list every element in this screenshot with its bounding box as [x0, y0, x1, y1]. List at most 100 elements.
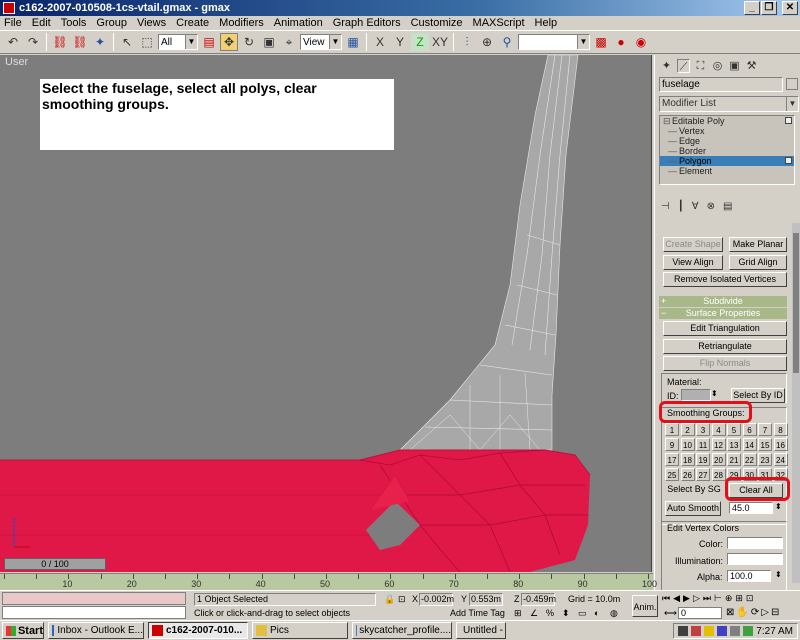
- smoothing-group-11-button[interactable]: 11: [696, 438, 710, 451]
- menu-group[interactable]: Group: [96, 17, 127, 29]
- tray-icon[interactable]: [743, 626, 754, 636]
- percent-snap-icon[interactable]: %: [546, 608, 554, 618]
- illumination-color-swatch[interactable]: [727, 553, 783, 565]
- make-planar-button[interactable]: Make Planar: [729, 237, 787, 252]
- task-pics[interactable]: Pics: [252, 622, 348, 639]
- degradation-override-icon[interactable]: ◐: [594, 608, 599, 618]
- smoothing-group-17-button[interactable]: 17: [665, 453, 679, 466]
- smoothing-group-23-button[interactable]: 23: [758, 453, 772, 466]
- absolute-mode-icon[interactable]: ⊡: [398, 594, 406, 605]
- smoothing-group-26-button[interactable]: 26: [680, 468, 695, 481]
- auto-smooth-threshold[interactable]: 45.0: [729, 502, 773, 514]
- z-coord-field[interactable]: -0.459m: [521, 593, 556, 606]
- select-and-scale-icon[interactable]: ▣: [260, 33, 278, 51]
- restrict-x-button[interactable]: X: [371, 33, 389, 51]
- render-scene-icon[interactable]: ●: [612, 33, 630, 51]
- task-outlook[interactable]: Inbox - Outlook E...: [48, 622, 144, 639]
- select-and-move-icon[interactable]: ✥: [220, 33, 238, 51]
- time-config-icon[interactable]: ⟷: [664, 608, 677, 619]
- play-icon[interactable]: ▶: [683, 593, 690, 604]
- hierarchy-tab-icon[interactable]: ⛶: [694, 59, 707, 73]
- menu-graph-editors[interactable]: Graph Editors: [333, 17, 401, 29]
- menu-file[interactable]: File: [4, 17, 22, 29]
- stack-toggle[interactable]: [785, 157, 792, 164]
- pan-icon[interactable]: ✋: [736, 607, 748, 618]
- alpha-field[interactable]: 100.0: [727, 570, 771, 582]
- select-by-sg-button[interactable]: Select By SG: [665, 483, 723, 498]
- spinner-icon[interactable]: ⬍: [775, 570, 782, 579]
- stack-item-polygon[interactable]: — Polygon: [660, 156, 794, 166]
- x-coord-field[interactable]: -0.002m: [419, 593, 454, 606]
- menu-modifiers[interactable]: Modifiers: [219, 17, 264, 29]
- redo-icon[interactable]: ↷: [24, 33, 42, 51]
- smoothing-group-21-button[interactable]: 21: [727, 453, 741, 466]
- restore-button[interactable]: ❐: [761, 1, 777, 15]
- restrict-xy-button[interactable]: XY: [431, 33, 449, 51]
- current-frame-field[interactable]: 0: [678, 607, 722, 619]
- menu-edit[interactable]: Edit: [32, 17, 51, 29]
- restrict-y-button[interactable]: Y: [391, 33, 409, 51]
- tray-icon[interactable]: [678, 626, 689, 636]
- smoothing-group-3-button[interactable]: 3: [696, 423, 710, 436]
- stack-item-border[interactable]: — Border: [660, 146, 794, 156]
- smoothing-group-25-button[interactable]: 25: [665, 468, 679, 481]
- window-crossing-icon[interactable]: ▭: [578, 608, 587, 619]
- stack-toggle[interactable]: [785, 117, 792, 124]
- create-shape-button[interactable]: Create Shape: [663, 237, 723, 252]
- smoothing-group-5-button[interactable]: 5: [727, 423, 741, 436]
- smoothing-group-18-button[interactable]: 18: [680, 453, 695, 466]
- clock[interactable]: 7:27 AM: [756, 626, 793, 637]
- smoothing-group-9-button[interactable]: 9: [665, 438, 679, 451]
- bind-space-warp-icon[interactable]: ✦: [91, 33, 109, 51]
- smoothing-group-4-button[interactable]: 4: [711, 423, 726, 436]
- smoothing-group-10-button[interactable]: 10: [680, 438, 695, 451]
- stack-item-vertex[interactable]: — Vertex: [660, 126, 794, 136]
- smoothing-group-15-button[interactable]: 15: [758, 438, 772, 451]
- unlink-selection-icon[interactable]: ⛓: [71, 33, 89, 51]
- smoothing-group-8-button[interactable]: 8: [773, 423, 788, 436]
- zoom-all-icon[interactable]: ⊞: [735, 593, 743, 604]
- maxscript-listener-mini[interactable]: [2, 592, 186, 605]
- motion-tab-icon[interactable]: ◎: [711, 59, 724, 73]
- modifier-list-dropdown[interactable]: Modifier List ▼: [659, 96, 799, 112]
- menu-help[interactable]: Help: [535, 17, 558, 29]
- smoothing-group-13-button[interactable]: 13: [727, 438, 741, 451]
- minimize-button[interactable]: _: [744, 1, 760, 15]
- close-button[interactable]: ✕: [782, 1, 798, 15]
- material-id-field[interactable]: [681, 389, 711, 401]
- smoothing-group-19-button[interactable]: 19: [696, 453, 710, 466]
- smoothing-group-7-button[interactable]: 7: [758, 423, 772, 436]
- menu-customize[interactable]: Customize: [411, 17, 463, 29]
- flip-normals-button[interactable]: Flip Normals: [663, 356, 787, 371]
- stack-item-element[interactable]: — Element: [660, 166, 794, 176]
- menu-tools[interactable]: Tools: [61, 17, 87, 29]
- menu-create[interactable]: Create: [176, 17, 209, 29]
- scrollbar-thumb[interactable]: [793, 233, 799, 373]
- y-coord-field[interactable]: 0.553m: [469, 593, 503, 606]
- maxscript-input[interactable]: [2, 606, 186, 619]
- smoothing-group-16-button[interactable]: 16: [773, 438, 788, 451]
- select-and-rotate-icon[interactable]: ↻: [240, 33, 258, 51]
- smoothing-group-2-button[interactable]: 2: [680, 423, 695, 436]
- object-name-field[interactable]: fuselage: [659, 77, 783, 92]
- smoothing-group-14-button[interactable]: 14: [742, 438, 757, 451]
- spinner-snap-icon[interactable]: ⬍: [562, 608, 570, 619]
- object-color-swatch[interactable]: [786, 78, 798, 90]
- go-to-end-icon[interactable]: ⏭: [703, 593, 711, 604]
- edit-triangulation-button[interactable]: Edit Triangulation: [663, 321, 787, 336]
- restrict-z-button[interactable]: Z: [411, 33, 429, 51]
- selection-filter-dropdown[interactable]: All ▼: [158, 34, 198, 50]
- smoothing-group-20-button[interactable]: 20: [711, 453, 726, 466]
- tray-icon[interactable]: [704, 626, 715, 636]
- start-button[interactable]: Start: [2, 622, 44, 639]
- plug-in-keyboard-icon[interactable]: ◍: [610, 608, 618, 619]
- display-tab-icon[interactable]: ▣: [728, 59, 741, 73]
- remove-isolated-vertices-button[interactable]: Remove Isolated Vertices: [663, 272, 787, 287]
- pin-stack-icon[interactable]: ⊣: [661, 201, 670, 212]
- stack-item-editable-poly[interactable]: ⊟ Editable Poly: [660, 116, 794, 126]
- menu-animation[interactable]: Animation: [274, 17, 323, 29]
- snap-icon[interactable]: ⚲: [498, 33, 516, 51]
- min-max-toggle-icon[interactable]: ⊟: [771, 607, 779, 618]
- grid-align-button[interactable]: Grid Align: [729, 255, 787, 270]
- pivot-center-icon[interactable]: ▦: [344, 33, 362, 51]
